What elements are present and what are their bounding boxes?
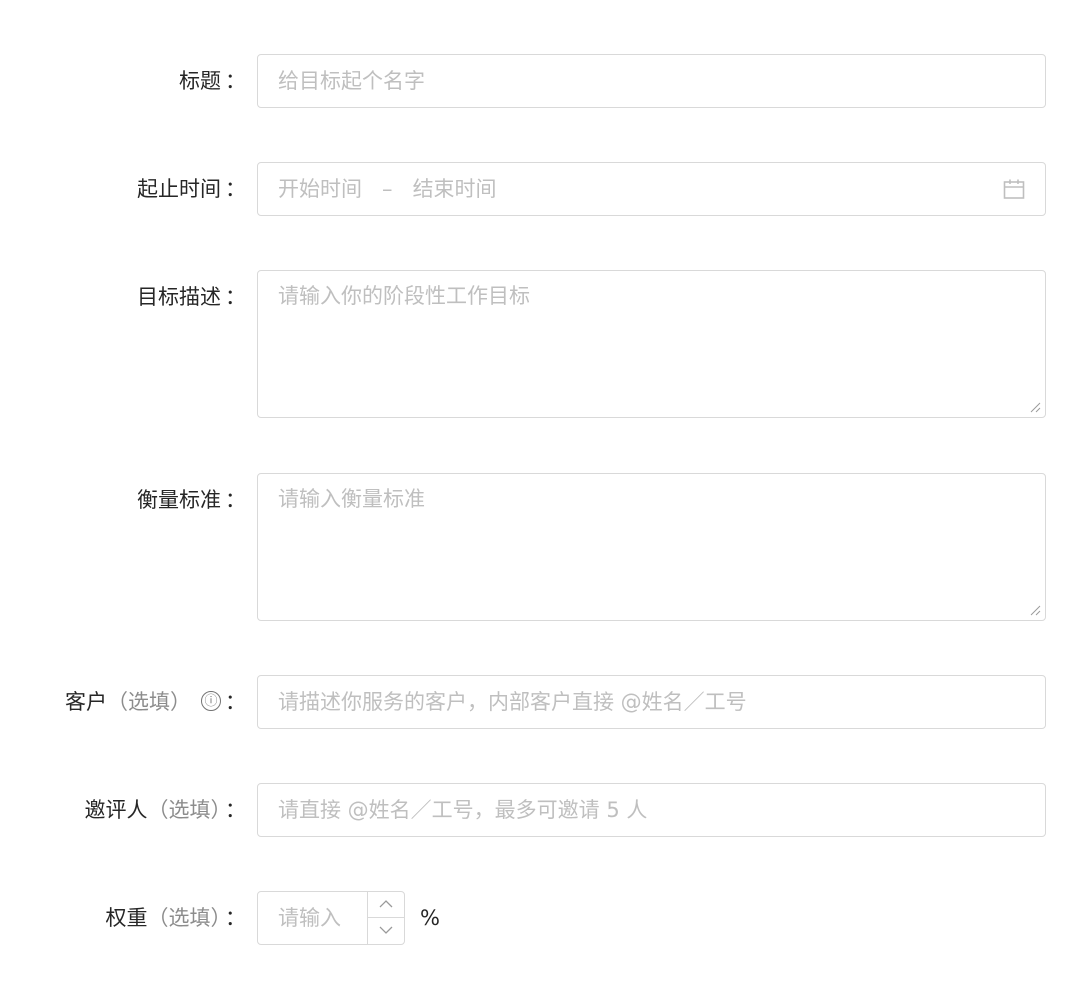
form-row-weight: 权重（选填）： 请输入 % [0, 891, 1080, 945]
resize-handle-icon[interactable] [1029, 604, 1041, 616]
goal-placeholder: 请输入你的阶段性工作目标 [278, 284, 530, 308]
title-placeholder: 给目标起个名字 [278, 69, 425, 93]
chevron-up-icon [379, 900, 393, 908]
standard-placeholder: 请输入衡量标准 [278, 487, 425, 511]
weight-number-input[interactable]: 请输入 [257, 891, 405, 945]
client-label: 客户（选填） ⓘ： [6, 675, 246, 729]
info-icon[interactable]: ⓘ [201, 691, 221, 711]
chevron-down-icon [379, 926, 393, 934]
client-placeholder: 请描述你服务的客户，内部客户直接 @姓名／工号 [278, 690, 747, 714]
form-row-date-range: 起止时间： 开始时间 – 结束时间 [0, 162, 1080, 216]
form-row-client: 客户（选填） ⓘ： 请描述你服务的客户，内部客户直接 @姓名／工号 [0, 675, 1080, 729]
label-colon: ： [225, 798, 246, 822]
number-stepper [367, 892, 404, 944]
range-separator: – [382, 177, 393, 201]
label-colon: ： [225, 488, 246, 512]
standard-textarea[interactable]: 请输入衡量标准 [257, 473, 1046, 621]
date-range-placeholder: 开始时间 – 结束时间 [278, 163, 497, 215]
label-colon: ： [225, 69, 246, 93]
client-input[interactable]: 请描述你服务的客户，内部客户直接 @姓名／工号 [257, 675, 1046, 729]
calendar-icon[interactable] [1003, 178, 1025, 200]
reviewer-label: 邀评人（选填）： [6, 783, 247, 837]
reviewer-input[interactable]: 请直接 @姓名／工号，最多可邀请 5 人 [257, 783, 1046, 837]
goal-label-text: 目标描述 [137, 285, 221, 309]
resize-handle-icon[interactable] [1029, 401, 1041, 413]
goal-textarea[interactable]: 请输入你的阶段性工作目标 [257, 270, 1046, 418]
form-row-goal: 目标描述： 请输入你的阶段性工作目标 [0, 270, 1080, 418]
form-row-reviewer: 邀评人（选填）： 请直接 @姓名／工号，最多可邀请 5 人 [0, 783, 1080, 837]
optional-hint: （选填） [107, 690, 191, 714]
goal-label: 目标描述： [6, 270, 246, 324]
weight-label-text: 权重 [105, 906, 148, 930]
label-colon: ： [225, 690, 246, 714]
date-range-label: 起止时间： [6, 162, 246, 216]
label-colon: ： [225, 906, 246, 930]
label-colon: ： [225, 177, 246, 201]
date-range-label-text: 起止时间 [137, 177, 221, 201]
increment-button[interactable] [368, 892, 404, 918]
goal-form: 标题： 给目标起个名字 起止时间： 开始时间 – 结束时间 目标描述 ： 请输入… [0, 0, 1080, 1001]
title-label-text: 标题 [179, 69, 221, 93]
title-input[interactable]: 给目标起个名字 [257, 54, 1046, 108]
percent-unit: % [420, 906, 440, 930]
reviewer-label-text: 邀评人 [84, 798, 148, 822]
reviewer-placeholder: 请直接 @姓名／工号，最多可邀请 5 人 [278, 798, 648, 822]
label-colon: ： [225, 285, 246, 309]
optional-hint: （选填） [147, 906, 222, 930]
decrement-button[interactable] [368, 918, 404, 944]
form-row-standard: 衡量标准： 请输入衡量标准 [0, 473, 1080, 621]
form-row-title: 标题： 给目标起个名字 [0, 54, 1080, 108]
client-label-text: 客户 [65, 690, 107, 714]
standard-label-text: 衡量标准 [137, 488, 221, 512]
optional-hint: （选填） [147, 798, 222, 822]
weight-placeholder: 请输入 [278, 906, 341, 930]
end-date-placeholder[interactable]: 结束时间 [413, 177, 497, 201]
title-label: 标题： [6, 54, 246, 108]
date-range-picker[interactable]: 开始时间 – 结束时间 [257, 162, 1046, 216]
start-date-placeholder[interactable]: 开始时间 [278, 177, 362, 201]
standard-label: 衡量标准： [6, 473, 246, 527]
weight-label: 权重（选填）： [6, 891, 247, 945]
